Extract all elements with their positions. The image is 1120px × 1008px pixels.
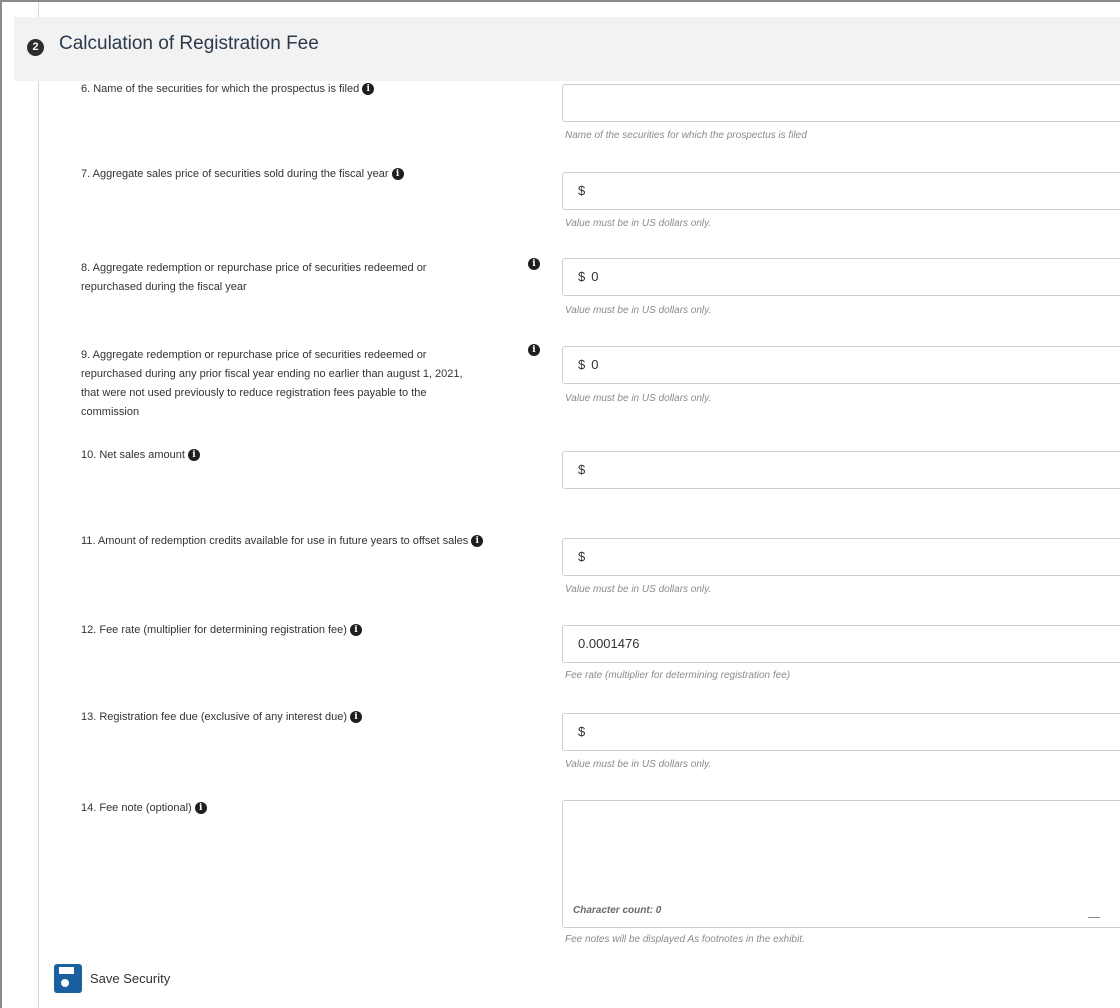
field-11-help: Value must be in US dollars only. (565, 584, 712, 595)
field-14-label: 14. Fee note (optional) i (81, 799, 207, 818)
page-frame: 2 Calculation of Registration Fee 6. Nam… (0, 0, 1120, 1008)
step-number-badge: 2 (27, 39, 44, 56)
dollar-prefix: $ (578, 357, 586, 372)
fee-note-textarea[interactable]: Character count: 0 (562, 800, 1120, 928)
field-12-help: Fee rate (multiplier for determining reg… (565, 670, 791, 681)
dollar-prefix: $ (578, 549, 586, 564)
section-rule (38, 2, 39, 1008)
redemption-price-input[interactable]: $0 (562, 258, 1120, 296)
field-14-help: Fee notes will be displayed As footnotes… (565, 934, 805, 945)
redemption-credits-input[interactable]: $ (562, 538, 1120, 576)
section-header: 2 Calculation of Registration Fee (14, 17, 1120, 81)
dollar-prefix: $ (578, 183, 586, 198)
floppy-disk-icon (54, 964, 82, 993)
info-icon[interactable]: i (194, 802, 207, 814)
info-icon[interactable]: i (349, 624, 362, 636)
info-icon[interactable]: i (362, 83, 375, 95)
securities-name-input[interactable] (562, 84, 1120, 122)
field-6-label: 6. Name of the securities for which the … (81, 80, 375, 99)
field-12-label: 12. Fee rate (multiplier for determining… (81, 621, 362, 640)
info-icon[interactable]: i (471, 535, 484, 547)
field-7-help: Value must be in US dollars only. (565, 218, 712, 229)
registration-fee-due-input[interactable]: $ (562, 713, 1120, 751)
info-icon[interactable]: i (187, 449, 200, 461)
field-8-label: 8. Aggregate redemption or repurchase pr… (81, 262, 427, 293)
field-9-label: 9. Aggregate redemption or repurchase pr… (81, 349, 463, 418)
fee-rate-input[interactable]: 0.0001476 (562, 625, 1120, 663)
info-icon[interactable]: i (528, 344, 540, 356)
section-title: Calculation of Registration Fee (59, 33, 319, 54)
dollar-prefix: $ (578, 724, 586, 739)
info-icon[interactable]: i (349, 711, 362, 723)
field-8-help: Value must be in US dollars only. (565, 305, 712, 316)
field-10-label: 10. Net sales amount i (81, 446, 200, 465)
info-icon[interactable]: i (391, 168, 404, 180)
net-sales-amount-input[interactable]: $ (562, 451, 1120, 489)
field-11-label: 11. Amount of redemption credits availab… (81, 532, 484, 551)
dollar-prefix: $ (578, 269, 586, 284)
prior-redemption-price-input[interactable]: $0 (562, 346, 1120, 384)
save-security-label: Save Security (90, 971, 171, 986)
info-icon[interactable]: i (528, 258, 540, 270)
character-count: Character count: 0 (573, 905, 662, 916)
field-6-help: Name of the securities for which the pro… (565, 130, 807, 141)
dollar-prefix: $ (578, 462, 586, 477)
field-9-help: Value must be in US dollars only. (565, 393, 712, 404)
field-13-help: Value must be in US dollars only. (565, 759, 712, 770)
field-13-label: 13. Registration fee due (exclusive of a… (81, 708, 362, 727)
aggregate-sales-price-input[interactable]: $ (562, 172, 1120, 210)
field-7-label: 7. Aggregate sales price of securities s… (81, 165, 404, 184)
